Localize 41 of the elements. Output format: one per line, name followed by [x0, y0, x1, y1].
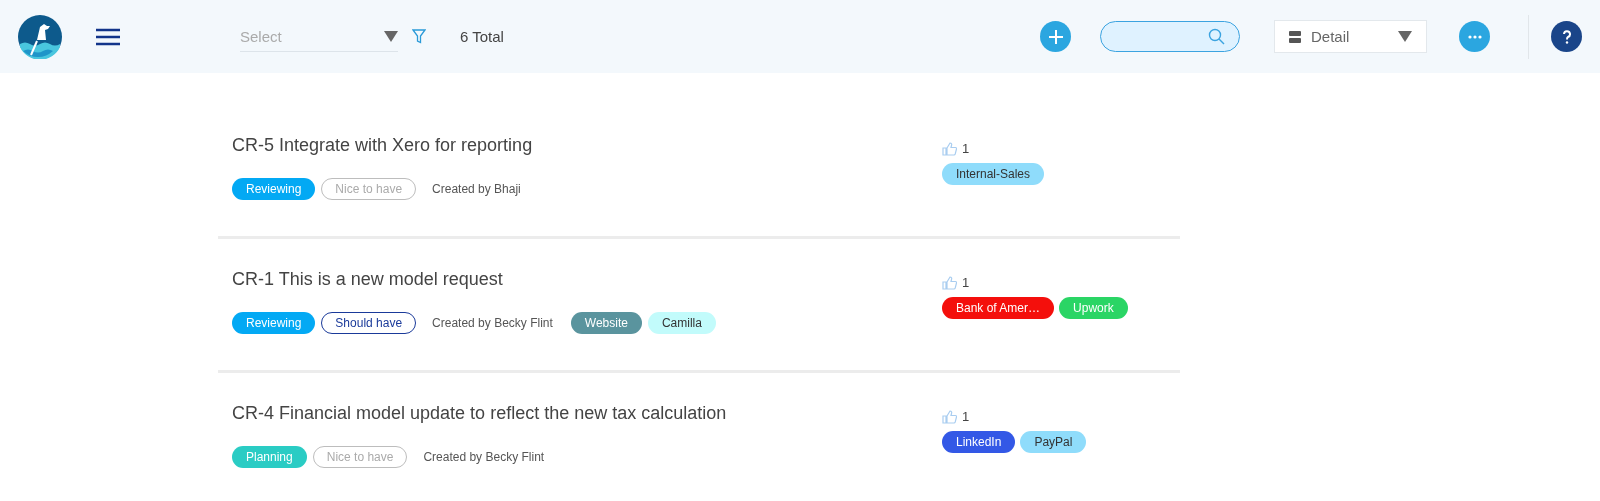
thumbs-up-icon[interactable] [942, 275, 957, 290]
customer-tag: Upwork [1059, 297, 1128, 319]
search-icon [1208, 28, 1225, 45]
label-tag: Website [570, 312, 642, 334]
dropdown-caret-icon [1398, 31, 1412, 42]
creator-label: Created by Becky Flint [432, 316, 553, 330]
vote-count: 1 [962, 275, 970, 290]
vote-count: 1 [962, 409, 970, 424]
priority-tag: Nice to have [312, 446, 408, 468]
add-button[interactable] [1040, 21, 1071, 52]
thumbs-up-icon[interactable] [942, 409, 957, 424]
request-title[interactable]: CR-5 Integrate with Xero for reporting [232, 135, 942, 156]
view-dropdown[interactable]: Detail [1274, 20, 1427, 53]
creator-label: Created by Bhaji [432, 182, 521, 196]
priority-tag: Should have [321, 312, 417, 334]
creator-label: Created by Becky Flint [423, 450, 545, 464]
priority-tag: Nice to have [321, 178, 417, 200]
dropdown-caret-icon [384, 30, 398, 42]
request-title[interactable]: CR-1 This is a new model request [232, 269, 942, 290]
customer-tag: PayPal [1020, 431, 1087, 453]
status-tag: Planning [232, 446, 307, 468]
thumbs-up-icon[interactable] [942, 141, 957, 156]
inbox-icon [1289, 30, 1301, 43]
total-count: 6 Total [460, 28, 504, 45]
search-field[interactable] [1100, 21, 1240, 52]
customer-tag: Internal-Sales [942, 163, 1045, 185]
vote-count: 1 [962, 141, 970, 156]
more-button[interactable] [1459, 21, 1490, 52]
dragon-boat-logo[interactable] [18, 14, 62, 59]
customer-tag: LinkedIn [942, 431, 1016, 453]
help-button[interactable] [1551, 21, 1582, 52]
more-icon [1467, 34, 1482, 39]
status-tag: Reviewing [232, 178, 316, 200]
filter-icon[interactable] [412, 29, 426, 44]
status-tag: Reviewing [232, 312, 316, 334]
customer-tag: Bank of Amer… [942, 297, 1055, 319]
plus-icon [1047, 28, 1064, 45]
request-title[interactable]: CR-4 Financial model update to reflect the new tax calculation [232, 403, 942, 424]
question-mark-icon [1561, 29, 1572, 44]
label-tag: Camilla [647, 312, 716, 334]
menu-icon[interactable] [96, 27, 120, 46]
